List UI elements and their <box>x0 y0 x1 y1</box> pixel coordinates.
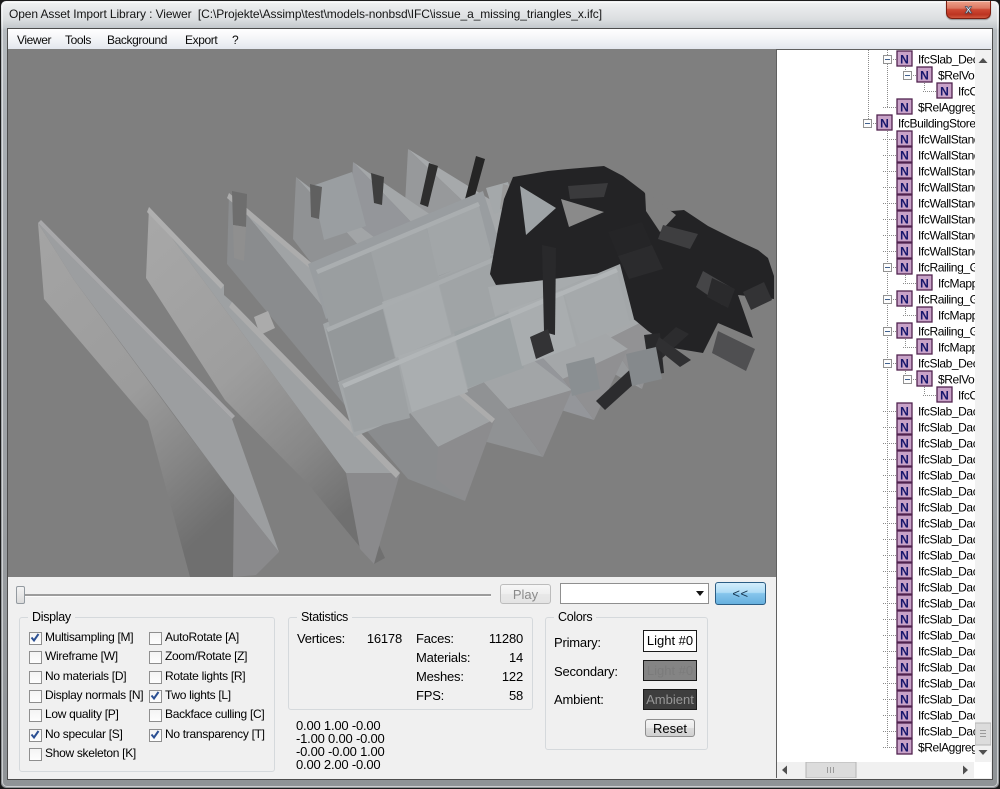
svg-text:N: N <box>900 101 909 115</box>
svg-text:N: N <box>900 741 909 755</box>
svg-text:N: N <box>900 725 909 739</box>
svg-text:N: N <box>900 421 909 435</box>
svg-text:N: N <box>900 293 909 307</box>
svg-text:N: N <box>900 133 909 147</box>
svg-text:N: N <box>900 325 909 339</box>
svg-text:N: N <box>920 373 929 387</box>
svg-text:N: N <box>900 453 909 467</box>
svg-text:N: N <box>900 213 909 227</box>
svg-text:N: N <box>900 181 909 195</box>
svg-text:N: N <box>920 341 929 355</box>
svg-text:N: N <box>900 709 909 723</box>
svg-text:N: N <box>900 533 909 547</box>
svg-text:N: N <box>940 85 949 99</box>
svg-text:N: N <box>900 229 909 243</box>
svg-text:N: N <box>900 597 909 611</box>
svg-text:N: N <box>920 69 929 83</box>
svg-text:N: N <box>900 517 909 531</box>
svg-text:N: N <box>900 245 909 259</box>
svg-text:N: N <box>900 469 909 483</box>
svg-text:N: N <box>880 117 889 131</box>
svg-text:N: N <box>900 405 909 419</box>
svg-text:N: N <box>920 277 929 291</box>
svg-text:N: N <box>900 53 909 67</box>
svg-text:N: N <box>900 165 909 179</box>
svg-text:N: N <box>900 565 909 579</box>
svg-text:N: N <box>900 693 909 707</box>
svg-text:N: N <box>940 389 949 403</box>
svg-text:IfcBuildingStorey: IfcBuildingStorey <box>898 117 982 131</box>
svg-text:N: N <box>900 501 909 515</box>
svg-text:N: N <box>900 197 909 211</box>
svg-text:N: N <box>900 261 909 275</box>
svg-text:N: N <box>900 677 909 691</box>
svg-text:N: N <box>900 629 909 643</box>
svg-text:N: N <box>900 661 909 675</box>
svg-text:N: N <box>900 549 909 563</box>
svg-text:N: N <box>900 581 909 595</box>
svg-text:N: N <box>900 357 909 371</box>
svg-text:N: N <box>900 645 909 659</box>
svg-text:N: N <box>900 485 909 499</box>
svg-text:N: N <box>900 437 909 451</box>
svg-text:N: N <box>920 309 929 323</box>
svg-text:N: N <box>900 149 909 163</box>
svg-text:N: N <box>900 613 909 627</box>
